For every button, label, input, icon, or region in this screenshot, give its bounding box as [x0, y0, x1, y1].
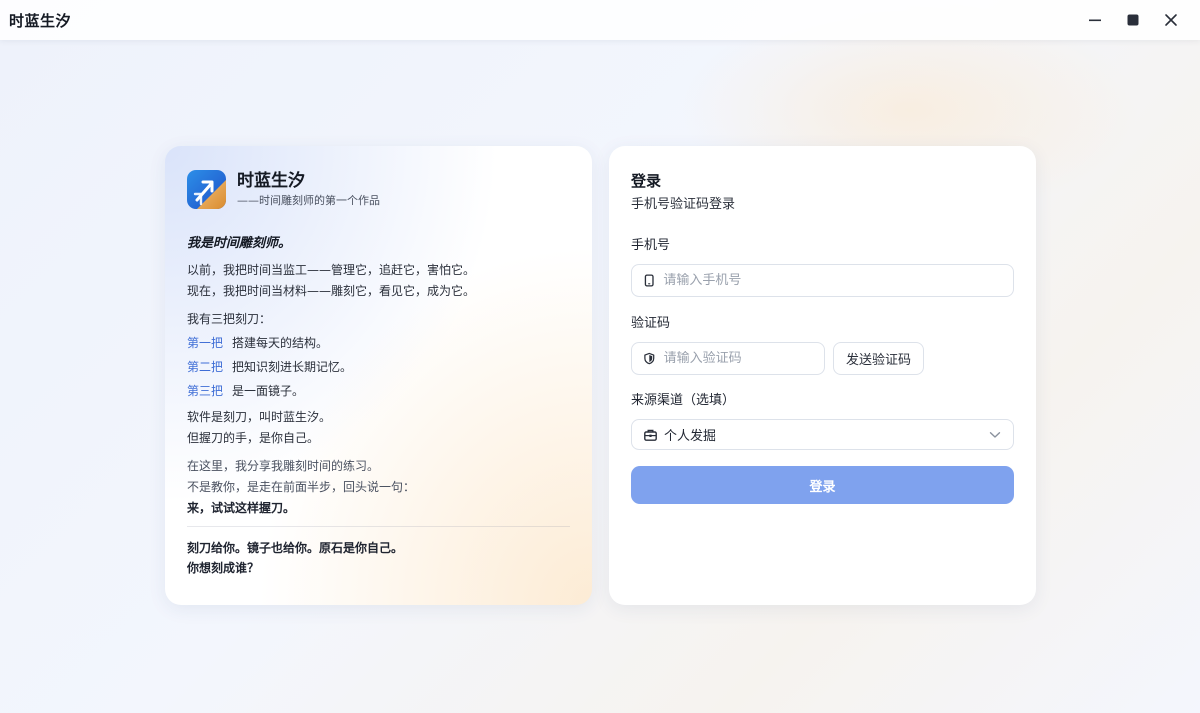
brand: 时蓝生汐 ——时间雕刻师的第一个作品 — [187, 170, 570, 209]
software-line-2: 但握刀的手，是你自己。 — [187, 431, 320, 445]
chevron-down-icon — [989, 431, 1001, 438]
close-icon — [1165, 14, 1177, 26]
maximize-button[interactable] — [1114, 5, 1152, 35]
brand-tagline: ——时间雕刻师的第一个作品 — [237, 194, 380, 207]
window-controls — [1076, 5, 1190, 35]
source-label: 来源渠道（选填） — [631, 393, 736, 408]
maximize-icon — [1127, 14, 1139, 26]
phone-input[interactable] — [663, 273, 1001, 288]
minimize-icon — [1089, 19, 1101, 22]
title-bar: 时蓝生汐 — [0, 0, 1200, 40]
source-select[interactable]: 个人发掘 — [631, 419, 1014, 450]
knife-text: 搭建每天的结构。 — [232, 336, 329, 350]
knife-tag: 第一把 — [187, 336, 224, 350]
phone-icon — [644, 274, 654, 287]
phone-label: 手机号 — [631, 238, 671, 253]
brand-name: 时蓝生汐 — [237, 171, 305, 191]
close-button[interactable] — [1152, 5, 1190, 35]
phone-field[interactable] — [631, 264, 1014, 297]
story-heading: 我是时间雕刻师。 — [187, 236, 292, 251]
knife-tag: 第三把 — [187, 384, 224, 398]
intro-card: 时蓝生汐 ——时间雕刻师的第一个作品 我是时间雕刻师。 以前，我把时间当监工——… — [165, 146, 592, 605]
story-now-line: 现在，我把时间当材料——雕刻它，看见它，成为它。 — [187, 284, 476, 298]
closing-paragraph: 刻刀给你。镜子也给你。原石是你自己。 你想刻成谁？ — [187, 538, 570, 578]
code-field[interactable] — [631, 342, 825, 375]
share-paragraph: 在这里，我分享我雕刻时间的练习。 不是教你，是走在前面半步，回头说一句： 来，试… — [187, 456, 570, 519]
share-line-2: 不是教你，是走在前面半步，回头说一句： — [187, 480, 416, 494]
share-line-3: 来，试试这样握刀。 — [187, 501, 296, 515]
send-code-button[interactable]: 发送验证码 — [833, 342, 925, 375]
software-line-1: 软件是刻刀，叫时蓝生汐。 — [187, 410, 332, 424]
source-selected-value: 个人发掘 — [664, 429, 717, 444]
login-subtitle: 手机号验证码登录 — [631, 197, 736, 212]
login-submit-button[interactable]: 登录 — [631, 466, 1014, 504]
closing-line-1: 刻刀给你。镜子也给你。原石是你自己。 — [187, 541, 404, 555]
knife-item: 第三把 是一面镜子。 — [187, 383, 570, 400]
minimize-button[interactable] — [1076, 5, 1114, 35]
story-past-line: 以前，我把时间当监工——管理它，追赶它，害怕它。 — [187, 263, 476, 277]
login-title: 登录 — [631, 172, 662, 190]
share-line-1: 在这里，我分享我雕刻时间的练习。 — [187, 459, 380, 473]
code-input[interactable] — [663, 351, 812, 366]
closing-line-2: 你想刻成谁？ — [187, 561, 260, 575]
knife-text: 把知识刻进长期记忆。 — [232, 360, 353, 374]
three-knives-intro: 我有三把刻刀： — [187, 312, 272, 326]
briefcase-icon — [644, 429, 657, 441]
login-card: 登录 手机号验证码登录 手机号 验证码 发送验证码 来源渠道（选填） 个人发掘 — [609, 146, 1036, 605]
brand-logo-icon — [187, 170, 226, 209]
knife-item: 第二把 把知识刻进长期记忆。 — [187, 359, 570, 376]
knife-item: 第一把 搭建每天的结构。 — [187, 335, 570, 352]
shield-icon — [644, 352, 655, 365]
knife-tag: 第二把 — [187, 360, 224, 374]
software-paragraph: 软件是刻刀，叫时蓝生汐。 但握刀的手，是你自己。 — [187, 407, 570, 449]
window-title: 时蓝生汐 — [9, 11, 72, 30]
knife-text: 是一面镜子。 — [232, 384, 305, 398]
story-past: 以前，我把时间当监工——管理它，追赶它，害怕它。 现在，我把时间当材料——雕刻它… — [187, 260, 570, 302]
divider — [187, 526, 570, 527]
code-label: 验证码 — [631, 316, 671, 331]
code-row: 发送验证码 — [631, 342, 1014, 375]
